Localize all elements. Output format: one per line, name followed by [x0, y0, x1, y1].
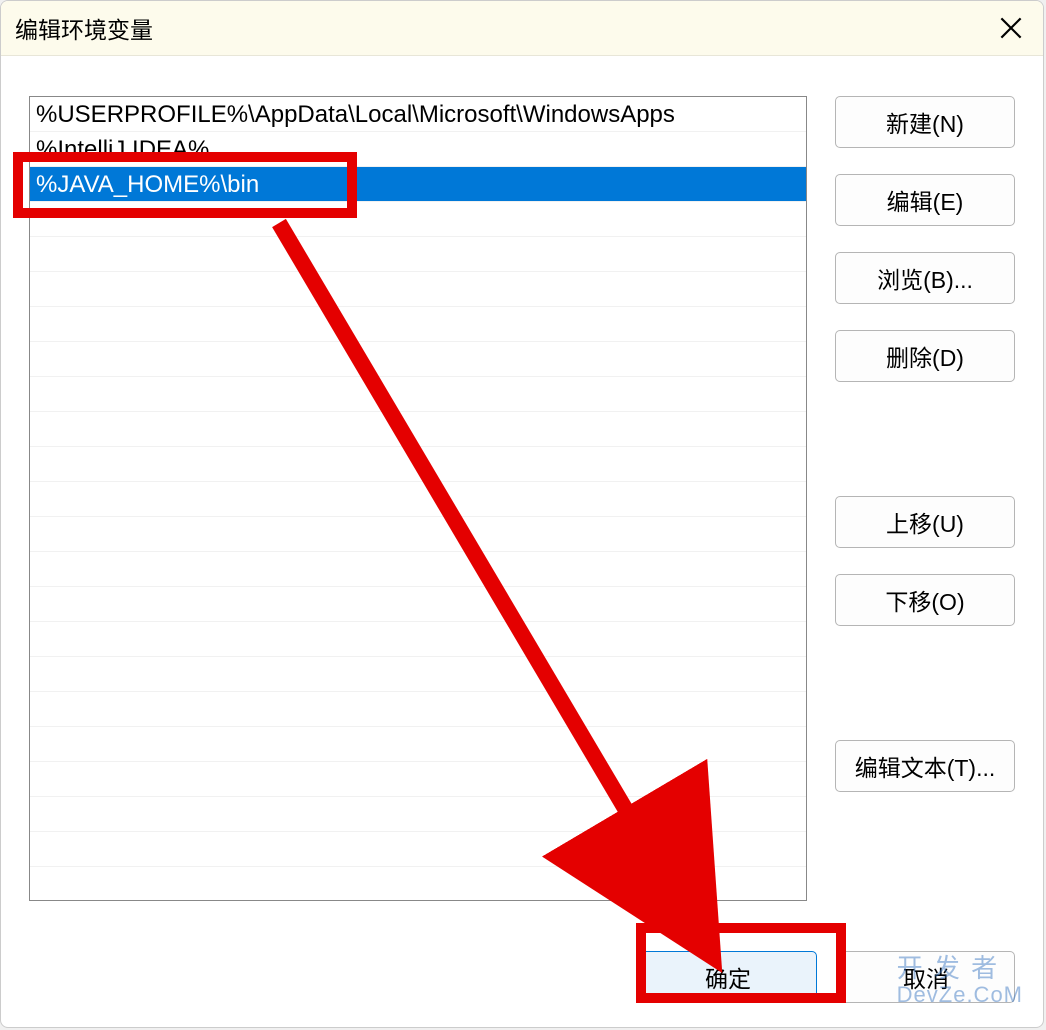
list-row-empty[interactable]: [30, 202, 806, 237]
list-row-empty[interactable]: [30, 237, 806, 272]
list-row[interactable]: %USERPROFILE%\AppData\Local\Microsoft\Wi…: [30, 97, 806, 132]
env-var-listbox[interactable]: %USERPROFILE%\AppData\Local\Microsoft\Wi…: [29, 96, 807, 901]
titlebar: 编辑环境变量: [1, 1, 1043, 56]
list-row-empty[interactable]: [30, 832, 806, 867]
list-row-empty[interactable]: [30, 482, 806, 517]
watermark: 开 发 者 DevZe.CoM: [897, 954, 1023, 1007]
movedown-button[interactable]: 下移(O): [835, 574, 1015, 626]
list-row-empty[interactable]: [30, 412, 806, 447]
edittext-button[interactable]: 编辑文本(T)...: [835, 740, 1015, 792]
watermark-line2: DevZe.CoM: [897, 983, 1023, 1007]
dialog-title: 编辑环境变量: [15, 11, 153, 45]
list-row-empty[interactable]: [30, 692, 806, 727]
list-row-empty[interactable]: [30, 867, 806, 901]
watermark-line1: 开 发 者: [897, 954, 1023, 983]
list-row-empty[interactable]: [30, 517, 806, 552]
dialog-content: %USERPROFILE%\AppData\Local\Microsoft\Wi…: [1, 56, 1043, 927]
close-icon: [1000, 17, 1022, 39]
moveup-button[interactable]: 上移(U): [835, 496, 1015, 548]
list-row-empty[interactable]: [30, 622, 806, 657]
list-row-empty[interactable]: [30, 587, 806, 622]
ok-button[interactable]: 确定: [639, 951, 817, 1003]
list-row-empty[interactable]: [30, 727, 806, 762]
list-row[interactable]: %JAVA_HOME%\bin: [30, 167, 806, 202]
delete-button[interactable]: 删除(D): [835, 330, 1015, 382]
close-button[interactable]: [989, 6, 1033, 50]
list-row-empty[interactable]: [30, 342, 806, 377]
env-var-edit-dialog: 编辑环境变量 %USERPROFILE%\AppData\Local\Micro…: [0, 0, 1044, 1028]
edit-button[interactable]: 编辑(E): [835, 174, 1015, 226]
list-row-empty[interactable]: [30, 272, 806, 307]
list-row-empty[interactable]: [30, 552, 806, 587]
list-row-empty[interactable]: [30, 762, 806, 797]
list-row-empty[interactable]: [30, 447, 806, 482]
browse-button[interactable]: 浏览(B)...: [835, 252, 1015, 304]
list-row[interactable]: %IntelliJ IDEA%: [30, 132, 806, 167]
list-row-empty[interactable]: [30, 797, 806, 832]
button-sidebar: 新建(N) 编辑(E) 浏览(B)... 删除(D) 上移(U) 下移(O) 编…: [835, 96, 1015, 927]
list-row-empty[interactable]: [30, 307, 806, 342]
list-row-empty[interactable]: [30, 657, 806, 692]
new-button[interactable]: 新建(N): [835, 96, 1015, 148]
list-row-empty[interactable]: [30, 377, 806, 412]
